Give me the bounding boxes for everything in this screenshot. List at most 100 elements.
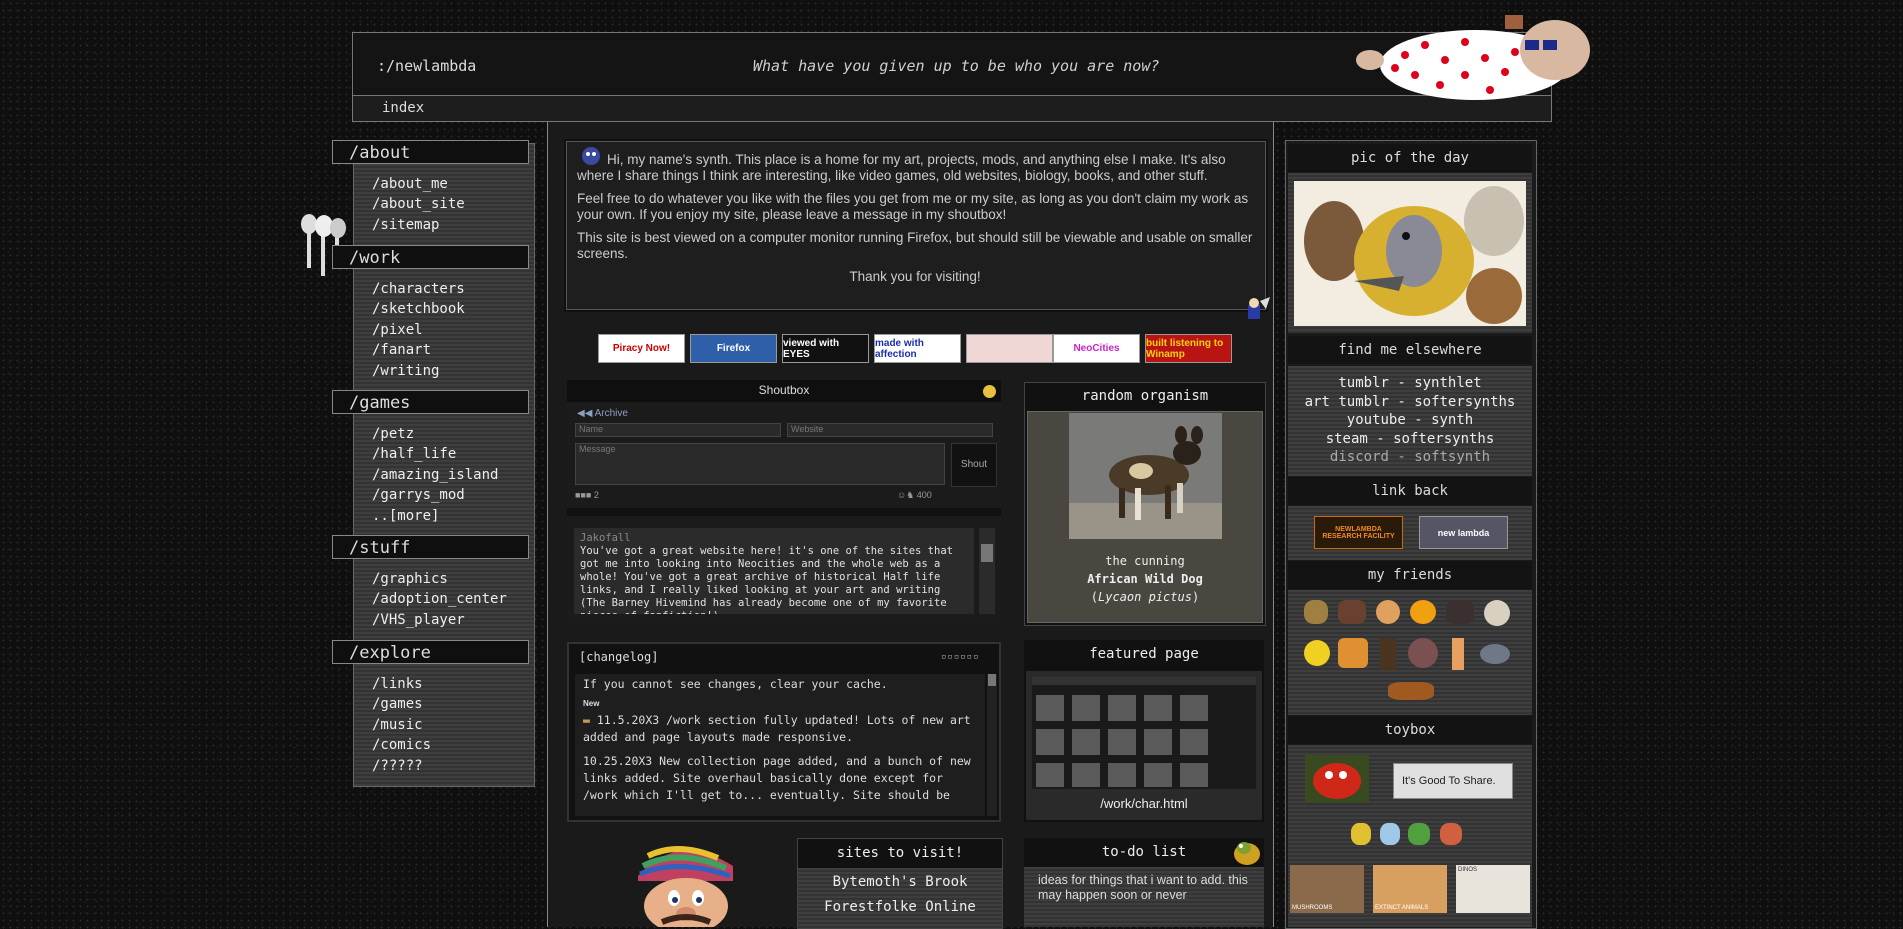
sidebar-section-explore[interactable]: /explore: [332, 640, 529, 664]
its-good-to-share-badge[interactable]: It's Good To Share.: [1393, 763, 1513, 799]
friend-avatar-6[interactable]: [1484, 600, 1510, 626]
toy-sprite-4[interactable]: [1440, 823, 1462, 845]
sidebar-link-sketchbook[interactable]: /sketchbook: [372, 299, 465, 319]
changelog-scrollbar[interactable]: [987, 674, 997, 816]
elsewhere-art-tumblr[interactable]: art tumblr - softersynths: [1288, 393, 1532, 412]
friend-avatar-13[interactable]: [1388, 682, 1434, 700]
featured-page-panel: featured page /work/char.html: [1024, 640, 1264, 822]
sidebar-link-adoption-center[interactable]: /adoption_center: [372, 589, 507, 609]
sidebar-section-about[interactable]: /about: [332, 140, 529, 164]
friend-avatar-5[interactable]: [1446, 600, 1474, 624]
featured-page-screenshot[interactable]: [1032, 677, 1256, 789]
sidebar-link-fanart[interactable]: /fanart: [372, 340, 465, 360]
toy-mushrooms-badge[interactable]: MUSHROOMS: [1290, 865, 1364, 913]
sidebar-link-secret[interactable]: /?????: [372, 756, 431, 776]
rewind-icon: ◀◀: [577, 408, 595, 419]
sidebar-section-games[interactable]: /games: [332, 390, 529, 414]
badge-made-with-affection[interactable]: made with affection: [874, 334, 961, 363]
changelog-scroll-thumb[interactable]: [988, 674, 996, 686]
sidebar-link-amazing-island[interactable]: /amazing_island: [372, 465, 498, 485]
random-organism-panel: random organism the cunning African Wild…: [1024, 382, 1266, 626]
sidebar-link-vhs-player[interactable]: /VHS_player: [372, 610, 507, 630]
organism-scientific-text: Lycaon pictus: [1098, 590, 1192, 604]
elsewhere-steam[interactable]: steam - softersynths: [1288, 430, 1532, 449]
linkback-badge-newlambda-research[interactable]: NEWLAMBDA RESEARCH FACILITY: [1314, 516, 1403, 549]
toy-tomato-monster-image[interactable]: [1305, 755, 1369, 803]
badge-winamp[interactable]: built listening to Winamp: [1145, 334, 1232, 363]
toy-sprite-3[interactable]: [1408, 823, 1430, 845]
sidebar-section-work[interactable]: /work: [332, 245, 529, 269]
pic-of-the-day-image[interactable]: [1294, 181, 1526, 326]
site-link-forestfolke[interactable]: Forestfolke Online: [798, 895, 1002, 920]
pic-of-the-day-panel: [1288, 173, 1532, 333]
friend-avatar-2[interactable]: [1338, 600, 1366, 624]
sidebar-link-pixel[interactable]: /pixel: [372, 320, 465, 340]
site-link-bytemoth[interactable]: Bytemoth's Brook: [798, 870, 1002, 895]
emoji-icon[interactable]: ☺♞: [897, 490, 917, 500]
sidebar-link-about-site[interactable]: /about_site: [372, 194, 465, 214]
sidebar-link-games[interactable]: /games: [372, 694, 431, 714]
elsewhere-discord[interactable]: discord - softsynth: [1288, 448, 1532, 467]
sidebar-link-comics[interactable]: /comics: [372, 735, 431, 755]
shout-entry-author[interactable]: Jakofall: [580, 532, 968, 545]
sidebar-section-stuff[interactable]: /stuff: [332, 535, 529, 559]
sidebar-link-half-life[interactable]: /half_life: [372, 444, 498, 464]
featured-page-card[interactable]: /work/char.html: [1026, 671, 1262, 820]
nav-index-link[interactable]: index: [382, 100, 424, 116]
pajama-critter-image: [1356, 15, 1590, 100]
badge-neocities[interactable]: NeoCities: [1053, 334, 1140, 363]
shout-message-input[interactable]: Message: [575, 443, 945, 485]
badge-viewed-with-eyes[interactable]: viewed with EYES: [782, 334, 869, 363]
toy-dinos-badge[interactable]: DINOS: [1456, 865, 1530, 913]
linkback-badge-new-lambda[interactable]: new lambda: [1419, 516, 1508, 549]
badge-piracy-now[interactable]: Piracy Now!: [598, 334, 685, 363]
sites-list: Bytemoth's Brook Forestfolke Online: [798, 868, 1002, 928]
site-name[interactable]: :/newlambda: [377, 57, 476, 75]
friend-avatar-9[interactable]: [1380, 638, 1396, 670]
sidebar-links-stuff: /graphics /adoption_center /VHS_player: [372, 569, 507, 630]
shout-scroll-thumb[interactable]: [981, 544, 993, 562]
sidebar-link-more[interactable]: ..[more]: [372, 506, 498, 526]
badge-firefox[interactable]: Firefox: [690, 334, 777, 363]
smiley-icon[interactable]: [983, 385, 996, 398]
friend-avatar-10[interactable]: [1408, 638, 1438, 668]
friend-avatar-1[interactable]: [1304, 600, 1328, 624]
bowser-sprite-icon: [1234, 842, 1260, 865]
todo-text: ideas for things that i want to add. thi…: [1024, 867, 1264, 927]
intro-paragraph-2: Feel free to do whatever you like with t…: [577, 191, 1249, 222]
featured-page-link[interactable]: /work/char.html: [1026, 796, 1262, 811]
shout-website-input[interactable]: Website: [787, 423, 993, 437]
changelog-controls-icon[interactable]: ▫▫▫▫▫▫: [941, 652, 980, 662]
shout-scrollbar[interactable]: [979, 528, 995, 614]
friend-avatar-8[interactable]: [1338, 638, 1368, 668]
badge-anime-girl[interactable]: [966, 334, 1053, 363]
african-wild-dog-image[interactable]: [1069, 413, 1222, 539]
sidebar-link-graphics[interactable]: /graphics: [372, 569, 507, 589]
sidebar-link-about-me[interactable]: /about_me: [372, 174, 465, 194]
sidebar-link-characters[interactable]: /characters: [372, 279, 465, 299]
shoutbox: Shoutbox ◀◀ Archive Name Website Message…: [567, 380, 1001, 622]
toy-extinct-animals-badge[interactable]: EXTINCT ANIMALS: [1373, 865, 1447, 913]
sidebar-link-links[interactable]: /links: [372, 674, 431, 694]
shout-entry: Jakofall You've got a great website here…: [574, 528, 974, 614]
sidebar-link-music[interactable]: /music: [372, 715, 431, 735]
friend-avatar-3[interactable]: [1376, 600, 1400, 624]
elsewhere-youtube[interactable]: youtube - synth: [1288, 411, 1532, 430]
friend-avatar-7[interactable]: [1304, 640, 1330, 666]
friend-avatar-4[interactable]: [1410, 600, 1436, 624]
sidebar-link-writing[interactable]: /writing: [372, 361, 465, 381]
sidebar-link-garrys-mod[interactable]: /garrys_mod: [372, 485, 498, 505]
changelog-panel: [changelog] ▫▫▫▫▫▫ If you cannot see cha…: [567, 642, 1001, 822]
todo-title: to-do list: [1101, 844, 1187, 860]
sites-to-visit-title: sites to visit!: [836, 845, 964, 861]
shout-button[interactable]: Shout: [951, 443, 997, 487]
sidebar-link-sitemap[interactable]: /sitemap: [372, 215, 465, 235]
elsewhere-tumblr[interactable]: tumblr - synthlet: [1288, 374, 1532, 393]
friend-avatar-12[interactable]: [1480, 644, 1510, 664]
toy-sprite-1[interactable]: [1351, 823, 1371, 845]
friend-avatar-11[interactable]: [1452, 638, 1464, 670]
toy-sprite-2[interactable]: [1380, 823, 1400, 845]
sidebar-link-petz[interactable]: /petz: [372, 424, 498, 444]
shoutbox-archive-link[interactable]: ◀◀ Archive: [577, 408, 628, 419]
shout-name-input[interactable]: Name: [575, 423, 781, 437]
